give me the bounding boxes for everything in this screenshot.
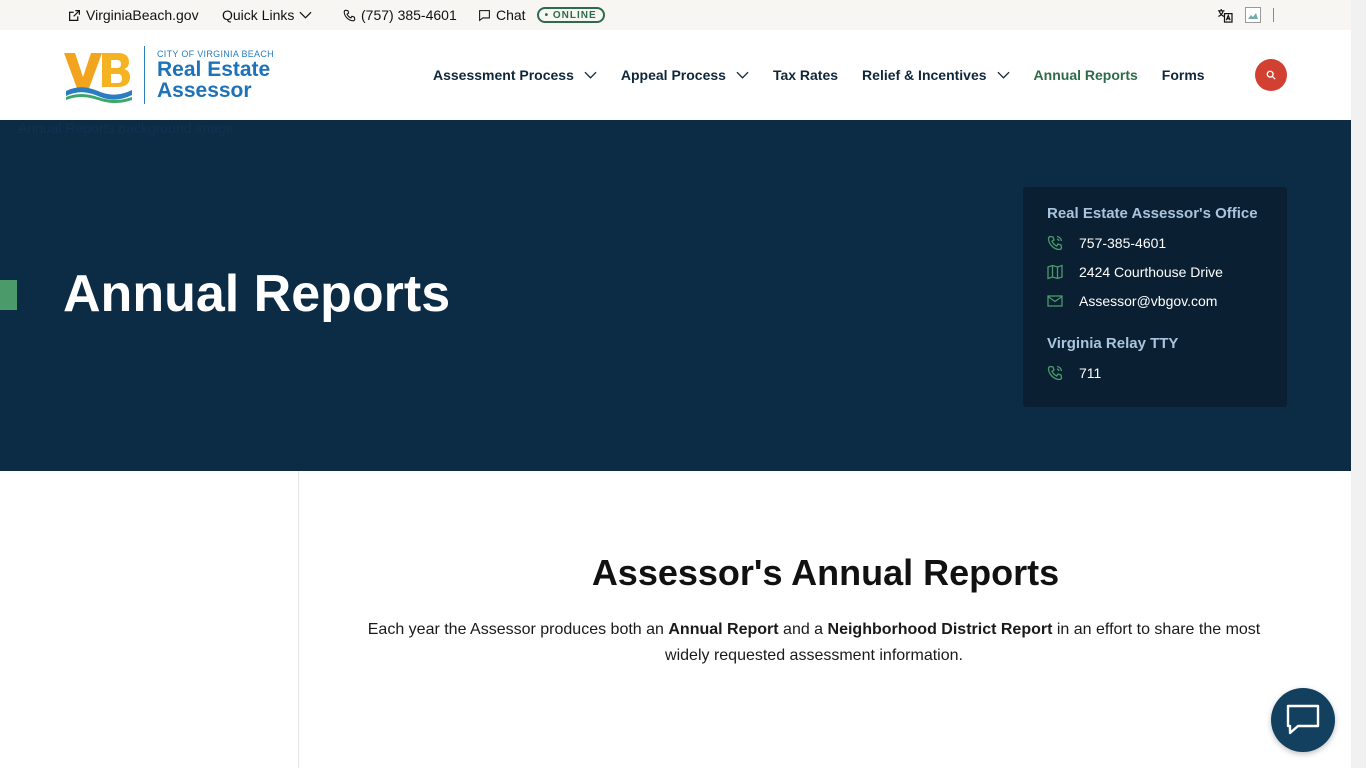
neighborhood-report-term: Neighborhood District Report: [827, 621, 1053, 638]
nav-assessment-process[interactable]: Assessment Process: [433, 67, 597, 83]
section-title: Assessor's Annual Reports: [591, 552, 1060, 593]
main-nav: Assessment Process Appeal Process Tax Ra…: [433, 30, 1229, 120]
relay-phone: 711: [1079, 365, 1102, 381]
chat-status-badge: • ONLINE: [536, 7, 605, 23]
site-header: CITY OF VIRGINIA BEACH Real Estate Asses…: [0, 30, 1351, 120]
intro-text-1: Each year the Assessor produces both an: [367, 621, 669, 638]
nav-label: Annual Reports: [1033, 67, 1138, 83]
utility-divider: [1273, 8, 1274, 22]
virginiabeach-gov-label: VirginiaBeach.gov: [86, 7, 199, 23]
utility-actions: [1216, 0, 1274, 30]
phone-icon: [1047, 365, 1063, 381]
hero-accent-bar: [0, 280, 17, 310]
translate-icon[interactable]: [1216, 8, 1233, 23]
virginiabeach-gov-link[interactable]: VirginiaBeach.gov: [68, 0, 199, 30]
page-scrollbar[interactable]: [1351, 0, 1366, 768]
relay-phone-link[interactable]: 711: [1047, 365, 1263, 381]
nav-forms[interactable]: Forms: [1162, 67, 1205, 83]
hero-background-image: Annual Reports background image: [18, 120, 234, 136]
office-address: 2424 Courthouse Drive: [1079, 264, 1223, 280]
logo-line-2: Assessor: [157, 79, 252, 102]
intro-text-2: and a: [778, 621, 828, 638]
phone-icon: [1047, 235, 1063, 251]
nav-annual-reports[interactable]: Annual Reports: [1034, 67, 1138, 83]
chevron-down-icon: [997, 71, 1010, 79]
phone-icon: [343, 9, 356, 21]
page-title: Annual Reports: [63, 265, 451, 323]
nav-appeal-process[interactable]: Appeal Process: [621, 67, 749, 83]
chevron-down-icon: [736, 71, 749, 79]
quick-links-menu[interactable]: Quick Links: [222, 0, 312, 30]
sidebar-divider: [298, 471, 299, 768]
annual-report-term: Annual Report: [668, 621, 779, 638]
chat-icon: [479, 9, 490, 21]
search-button[interactable]: [1255, 59, 1287, 91]
phone-link[interactable]: (757) 385-4601: [343, 0, 457, 30]
chevron-down-icon: [299, 11, 312, 19]
mail-icon: [1047, 295, 1063, 307]
office-email: Assessor@vbgov.com: [1079, 293, 1218, 309]
nav-label: Tax Rates: [772, 67, 839, 83]
relay-heading: Virginia Relay TTY: [1047, 335, 1179, 352]
chevron-down-icon: [584, 71, 597, 79]
office-heading: Real Estate Assessor's Office: [1047, 205, 1258, 222]
vb-logo-icon: [64, 53, 132, 103]
logo-line-1: Real Estate: [157, 58, 271, 81]
office-email-link[interactable]: Assessor@vbgov.com: [1047, 293, 1263, 309]
chat-link[interactable]: Chat • ONLINE: [478, 0, 605, 30]
utility-bar: VirginiaBeach.gov Quick Links (757) 385-…: [0, 0, 1351, 30]
nav-label: Relief & Incentives: [862, 67, 987, 83]
hero-banner: Annual Reports background image Annual R…: [0, 120, 1351, 471]
chat-widget-button[interactable]: [1271, 688, 1335, 752]
search-icon: [1266, 70, 1276, 80]
chat-bubble-icon: [1286, 704, 1320, 735]
logo-wordmark: CITY OF VIRGINIA BEACH Real Estate Asses…: [157, 49, 274, 101]
accessibility-image-icon[interactable]: [1245, 7, 1261, 23]
office-phone: 757-385-4601: [1079, 235, 1167, 251]
section-intro: Each year the Assessor produces both an …: [350, 617, 1278, 669]
phone-number: (757) 385-4601: [361, 7, 457, 23]
external-link-icon: [69, 9, 80, 21]
map-icon: [1047, 264, 1063, 280]
office-address-link[interactable]: 2424 Courthouse Drive: [1047, 264, 1263, 280]
nav-tax-rates[interactable]: Tax Rates: [773, 67, 838, 83]
site-logo[interactable]: CITY OF VIRGINIA BEACH Real Estate Asses…: [64, 45, 274, 105]
nav-relief-incentives[interactable]: Relief & Incentives: [862, 67, 1010, 83]
nav-label: Forms: [1161, 67, 1205, 83]
chat-label: Chat: [496, 7, 526, 23]
nav-label: Assessment Process: [433, 67, 574, 83]
contact-card: Real Estate Assessor's Office 757-385-46…: [1023, 187, 1287, 407]
nav-label: Appeal Process: [620, 67, 726, 83]
logo-divider: [144, 46, 145, 104]
quick-links-label: Quick Links: [222, 7, 295, 23]
office-phone-link[interactable]: 757-385-4601: [1047, 235, 1263, 251]
